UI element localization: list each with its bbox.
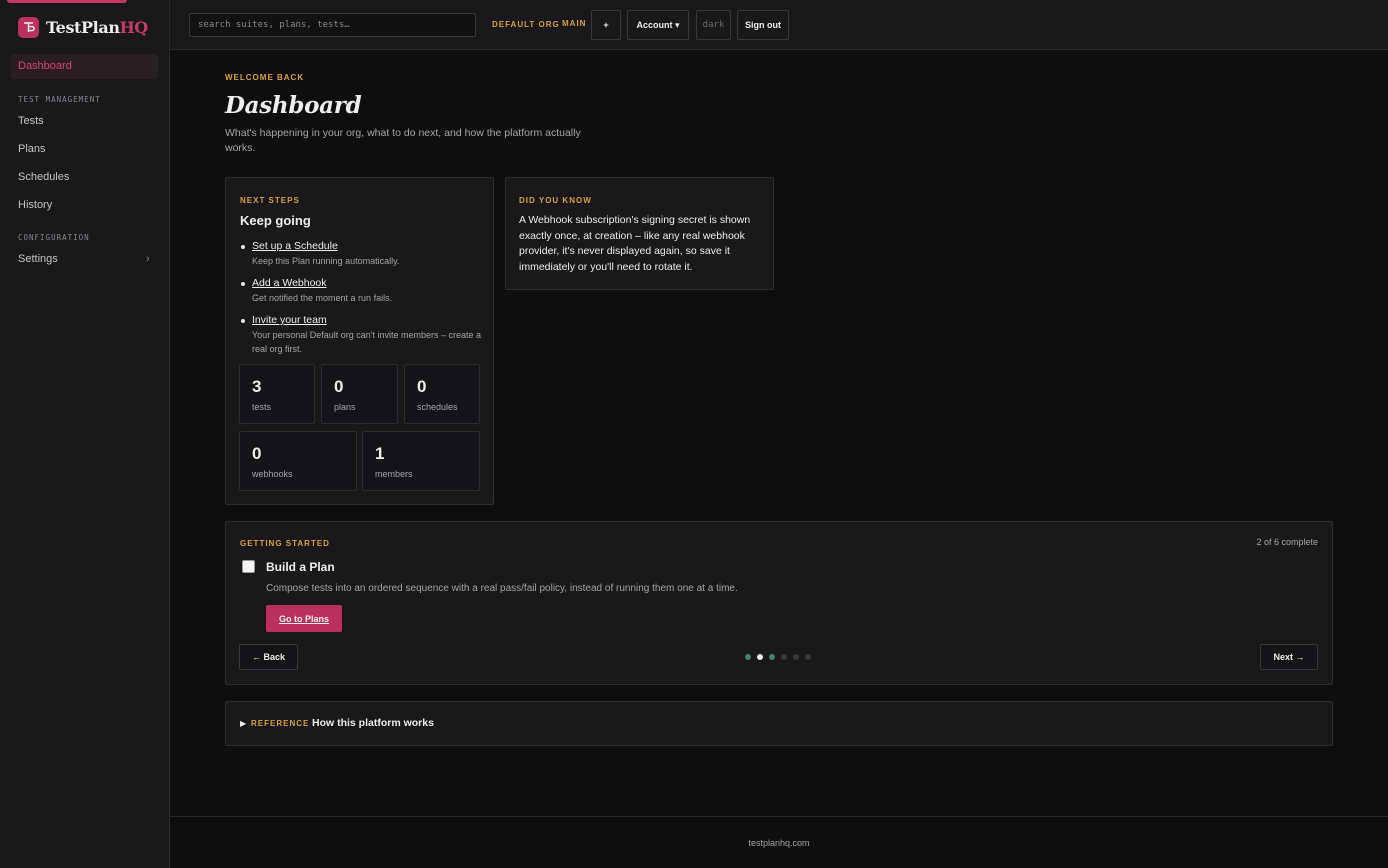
next-steps-card: NEXT STEPS Keep going Set up a Schedule … bbox=[225, 177, 494, 505]
reference-disclosure[interactable]: ▶ REFERENCE How this platform works bbox=[225, 701, 1333, 746]
progress-text: 2 of 6 complete bbox=[1256, 537, 1318, 547]
step-description: Your personal Default org can't invite m… bbox=[252, 330, 482, 354]
sidebar-section-configuration: CONFIGURATION bbox=[18, 233, 90, 242]
step-description: Get notified the moment a run fails. bbox=[252, 293, 393, 303]
stat-schedules: 0 schedules bbox=[404, 364, 480, 424]
search-input[interactable] bbox=[189, 13, 476, 37]
pager-dot[interactable] bbox=[745, 654, 751, 660]
org-switcher[interactable]: DEFAULT ORG bbox=[492, 20, 560, 29]
stat-label: members bbox=[375, 469, 413, 479]
add-button[interactable]: + bbox=[591, 10, 621, 40]
schedule-link[interactable]: Set up a Schedule bbox=[252, 240, 485, 252]
brand-logo-icon bbox=[18, 17, 39, 38]
brand-name: TestPlanHQ bbox=[46, 18, 148, 37]
sidebar-item-settings[interactable]: Settings bbox=[18, 253, 58, 265]
list-item: Set up a Schedule Keep this Plan running… bbox=[240, 240, 485, 268]
page-title: Dashboard bbox=[225, 92, 362, 119]
pager-dot[interactable] bbox=[805, 654, 811, 660]
pager-dot[interactable] bbox=[781, 654, 787, 660]
topbar: DEFAULT ORG MAIN + Account ▾ dark Sign o… bbox=[170, 0, 1388, 50]
stat-value: 1 bbox=[375, 444, 385, 463]
sidebar-item-dashboard[interactable]: Dashboard bbox=[11, 54, 158, 79]
getting-started-card: GETTING STARTED 2 of 6 complete Build a … bbox=[225, 521, 1333, 685]
sidebar: TestPlanHQ Dashboard TEST MANAGEMENT Tes… bbox=[0, 0, 170, 868]
sidebar-item-tests[interactable]: Tests bbox=[18, 115, 44, 127]
pager-dot[interactable] bbox=[757, 654, 763, 660]
top-accent-bar bbox=[7, 0, 127, 3]
did-you-know-text: A Webhook subscription's signing secret … bbox=[519, 214, 751, 273]
sidebar-item-plans[interactable]: Plans bbox=[18, 143, 46, 155]
theme-toggle-button[interactable]: dark bbox=[696, 10, 731, 40]
did-you-know-card: DID YOU KNOW A Webhook subscription's si… bbox=[505, 177, 774, 290]
sidebar-item-schedules[interactable]: Schedules bbox=[18, 171, 69, 183]
brand[interactable]: TestPlanHQ bbox=[18, 17, 148, 38]
stat-label: tests bbox=[252, 402, 272, 412]
next-steps-list: Set up a Schedule Keep this Plan running… bbox=[240, 240, 485, 365]
stat-label: schedules bbox=[417, 402, 458, 412]
did-you-know-eyebrow: DID YOU KNOW bbox=[519, 196, 592, 205]
reference-eyebrow: REFERENCE bbox=[251, 719, 310, 728]
sidebar-section-test-management: TEST MANAGEMENT bbox=[18, 95, 101, 104]
next-button[interactable]: Next → bbox=[1260, 644, 1318, 670]
stat-webhooks: 0 webhooks bbox=[239, 431, 357, 491]
page-subtitle: What's happening in your org, what to do… bbox=[225, 127, 581, 154]
webhook-link[interactable]: Add a Webhook bbox=[252, 277, 485, 289]
step-title: Build a Plan bbox=[266, 560, 335, 574]
stat-label: webhooks bbox=[252, 469, 293, 479]
stat-tests: 3 tests bbox=[239, 364, 315, 424]
disclosure-triangle-icon: ▶ bbox=[240, 719, 247, 728]
chevron-right-icon[interactable]: › bbox=[146, 253, 150, 265]
account-menu-button[interactable]: Account ▾ bbox=[627, 10, 689, 40]
back-button[interactable]: ← Back bbox=[239, 644, 298, 670]
invite-team-link[interactable]: Invite your team bbox=[252, 314, 485, 326]
go-to-plans-button[interactable]: Go to Plans bbox=[266, 605, 342, 632]
reference-title: How this platform works bbox=[312, 717, 434, 729]
step-description: Keep this Plan running automatically. bbox=[252, 256, 400, 266]
stat-value: 0 bbox=[334, 377, 344, 396]
stat-value: 0 bbox=[417, 377, 427, 396]
stat-label: plans bbox=[334, 402, 356, 412]
step-checkbox[interactable] bbox=[242, 560, 255, 573]
stat-plans: 0 plans bbox=[321, 364, 398, 424]
footer-link[interactable]: testplanhq.com bbox=[170, 838, 1388, 848]
page-eyebrow: WELCOME BACK bbox=[225, 73, 305, 82]
pager-dot[interactable] bbox=[793, 654, 799, 660]
sidebar-item-history[interactable]: History bbox=[18, 199, 52, 211]
list-item: Invite your team Your personal Default o… bbox=[240, 314, 485, 356]
next-steps-eyebrow: NEXT STEPS bbox=[240, 196, 300, 205]
stat-value: 3 bbox=[252, 377, 262, 396]
stat-members: 1 members bbox=[362, 431, 480, 491]
sign-out-button[interactable]: Sign out bbox=[737, 10, 789, 40]
step-description: Compose tests into an ordered sequence w… bbox=[266, 583, 738, 594]
pager-dot[interactable] bbox=[769, 654, 775, 660]
next-steps-heading: Keep going bbox=[240, 213, 311, 228]
branch-label[interactable]: MAIN bbox=[562, 19, 586, 28]
stat-value: 0 bbox=[252, 444, 262, 463]
list-item: Add a Webhook Get notified the moment a … bbox=[240, 277, 485, 305]
footer: testplanhq.com bbox=[170, 816, 1388, 868]
getting-started-eyebrow: GETTING STARTED bbox=[240, 539, 330, 548]
